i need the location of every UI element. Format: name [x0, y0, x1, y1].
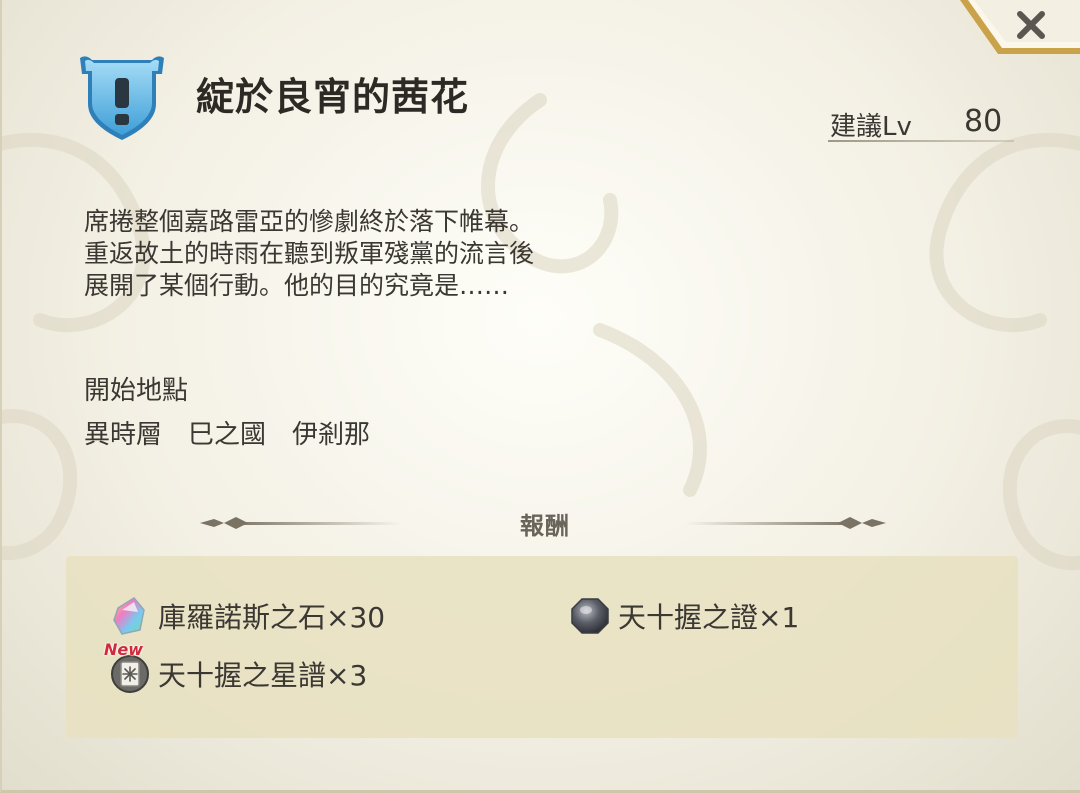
reward-item[interactable]: 天十握之證×1 [570, 596, 799, 636]
start-location-value: 異時層 巳之國 伊剎那 [84, 420, 371, 450]
reward-item-label: 天十握之星譜×3 [158, 659, 368, 692]
reward-item-label: 天十握之證×1 [618, 601, 800, 634]
dark-orb-icon [570, 596, 610, 636]
close-x-icon [960, 0, 1080, 54]
level-underline [828, 140, 1014, 142]
description-line: 展開了某個行動。他的目的究竟是…… [84, 271, 510, 300]
recommended-level: 建議Lv 80 [828, 104, 1014, 142]
start-location-label: 開始地點 [84, 376, 189, 406]
reward-item-label: 庫羅諾斯之石×30 [158, 601, 386, 634]
star-score-book-icon: New [104, 640, 150, 694]
description-line: 重返故土的時雨在聽到叛軍殘黨的流言後 [84, 239, 535, 268]
reward-header: 報酬 [200, 506, 886, 542]
recommended-level-label: 建議Lv [830, 112, 912, 142]
description-line: 席捲整個嘉路雷亞的慘劇終於落下帷幕。 [84, 207, 535, 236]
recommended-level-value: 80 [964, 104, 1003, 139]
quest-description: 席捲整個嘉路雷亞的慘劇終於落下帷幕。 重返故土的時雨在聽到叛軍殘黨的流言後 展開… [84, 206, 534, 302]
close-button[interactable] [960, 0, 1080, 54]
reward-item[interactable]: New 天十握之星譜×3 [104, 640, 368, 694]
quest-title: 綻於良宵的茜花 [196, 74, 470, 119]
reward-list: 庫羅諾斯之石×30 天十握之證×1 New 天十握之星譜×3 [66, 556, 1018, 738]
chronos-stone-icon [110, 596, 150, 636]
reward-item[interactable]: 庫羅諾斯之石×30 [110, 596, 385, 636]
new-badge: New [104, 640, 144, 659]
reward-title: 報酬 [520, 512, 570, 540]
shield-exclamation-icon [76, 52, 168, 144]
